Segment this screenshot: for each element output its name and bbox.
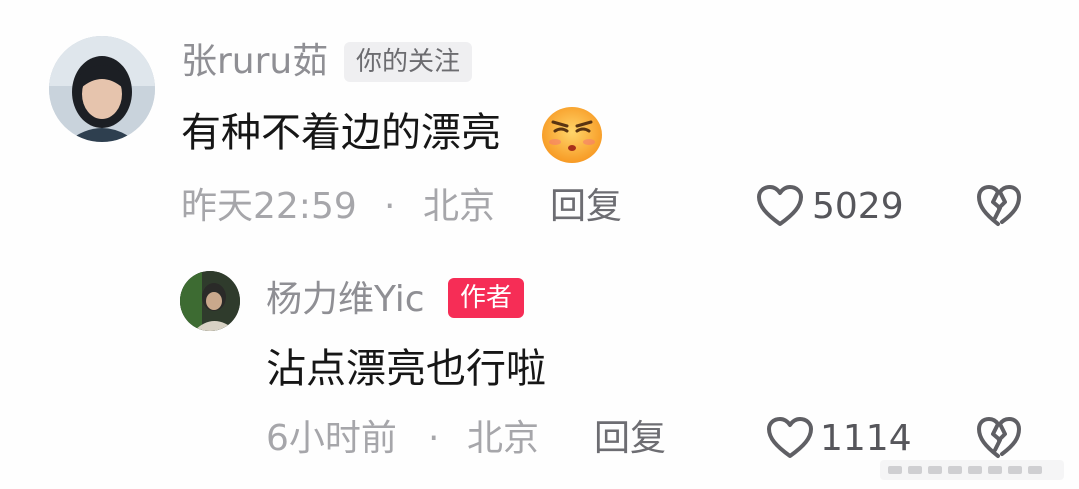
author-badge: 作者 [448,278,525,318]
reply-location: 北京 [467,418,540,459]
comment-location: 北京 [423,186,496,227]
comment-item: 张ruru茹 你的关注 有种不着边的漂亮 昨天22:59 · 北京 回复 502… [0,0,1079,240]
broken-heart-icon[interactable] [976,416,1022,460]
avatar-photo [180,271,240,331]
comment-username[interactable]: 张ruru茹 [181,42,328,82]
meta-separator: · [428,418,440,459]
smirk-face-icon [540,104,604,164]
watermark-logo [880,458,1070,482]
heart-outline-icon[interactable] [756,184,804,228]
reply-time: 6小时前 [266,418,397,459]
broken-heart-icon[interactable] [976,184,1022,228]
like-count: 1114 [820,418,912,459]
heart-outline-icon[interactable] [766,416,814,460]
reply-button[interactable]: 回复 [594,417,666,461]
avatar[interactable] [49,36,155,142]
meta-separator: · [384,186,396,227]
comment-text: 有种不着边的漂亮 [181,110,501,156]
reply-text: 沾点漂亮也行啦 [266,346,546,392]
following-badge: 你的关注 [344,42,473,82]
avatar[interactable] [180,271,240,331]
reply-username[interactable]: 杨力维Yic [266,280,425,320]
reply-item: 杨力维Yic 作者 沾点漂亮也行啦 6小时前 · 北京 回复 1114 [0,240,1079,489]
comment-time: 昨天22:59 [181,186,357,227]
avatar-photo [49,36,155,142]
reply-button[interactable]: 回复 [550,185,622,229]
like-count: 5029 [812,186,904,227]
